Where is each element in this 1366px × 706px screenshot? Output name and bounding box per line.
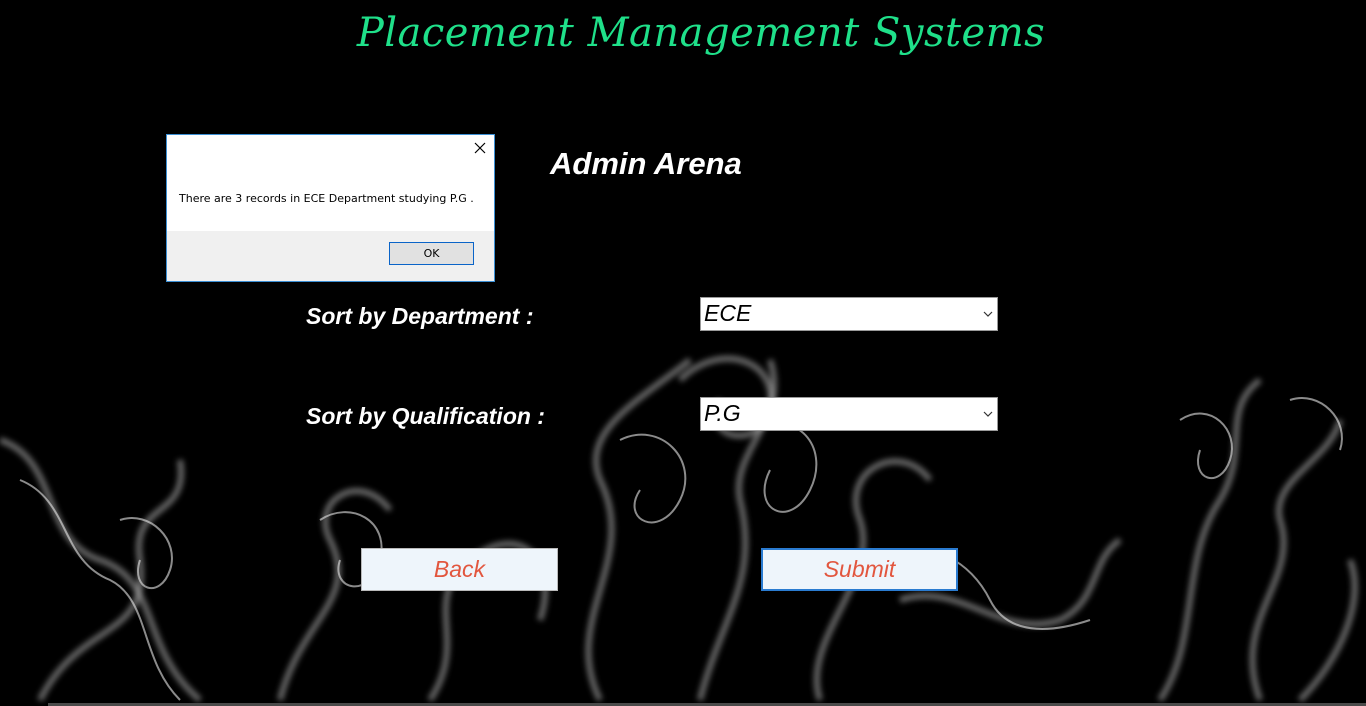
dialog-message: There are 3 records in ECE Department st… [179,192,474,205]
section-title: Admin Arena [550,146,742,181]
department-select-value: ECE [704,300,752,326]
back-button[interactable]: Back [361,548,558,591]
smoke-background [0,355,1358,703]
ok-button[interactable]: OK [389,242,474,265]
dialog-footer: OK [167,231,494,281]
qualification-label: Sort by Qualification : [306,403,545,429]
submit-button[interactable]: Submit [761,548,958,591]
qualification-select[interactable]: P.G [700,397,998,431]
close-icon[interactable] [474,142,486,154]
qualification-select-value: P.G [704,400,741,426]
department-label: Sort by Department : [306,303,534,329]
app-title: Placement Management Systems [356,10,1046,56]
chevron-down-icon [983,311,993,317]
department-select[interactable]: ECE [700,297,998,331]
chevron-down-icon [983,411,993,417]
message-dialog: There are 3 records in ECE Department st… [166,134,495,282]
